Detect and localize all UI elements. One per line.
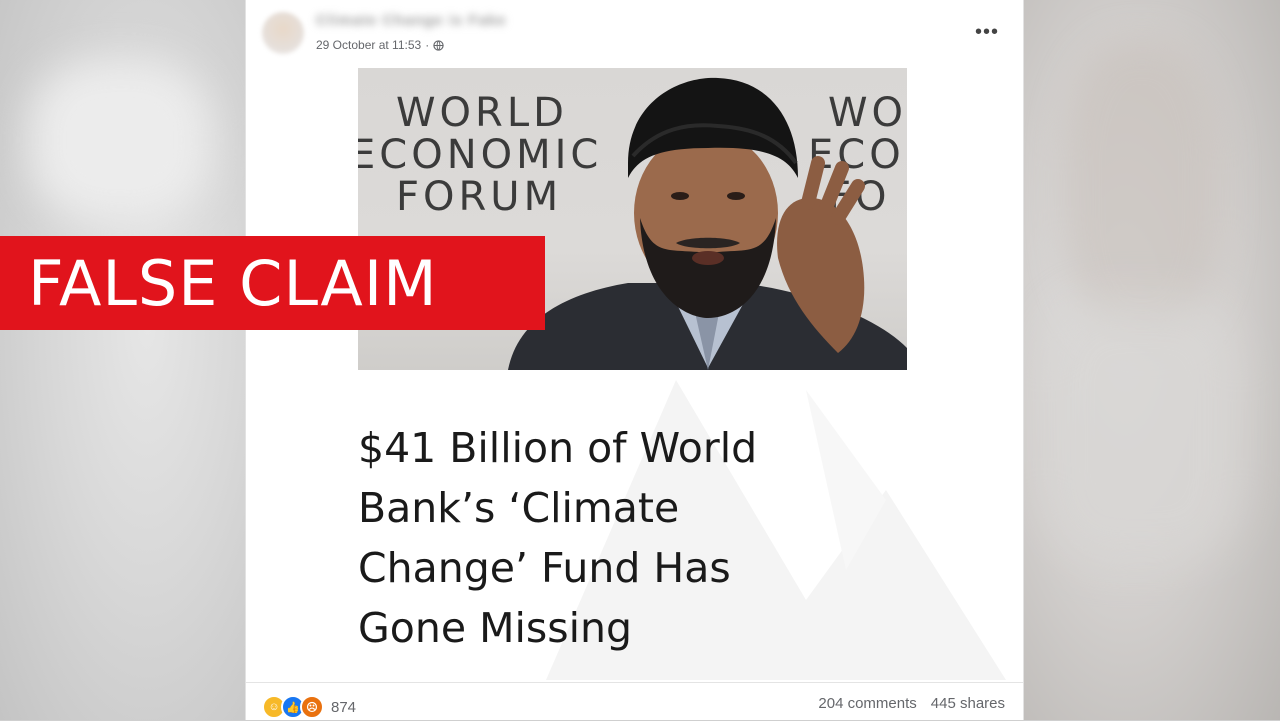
globe-icon <box>433 39 444 51</box>
headline-line-2: Bank’s ‘Climate <box>358 484 680 532</box>
post-footer: ☺ 👍 ☹ 874 204 comments 445 shares <box>246 682 1023 721</box>
false-claim-banner: FALSE CLAIM <box>0 236 545 330</box>
avatar[interactable] <box>262 12 304 54</box>
headline-line-1: $41 Billion of World <box>358 424 758 472</box>
author-name[interactable]: Climate Change is Fake <box>316 12 506 29</box>
angry-icon: ☹ <box>300 695 324 719</box>
comments-count[interactable]: 204 comments <box>818 695 916 712</box>
false-claim-label: FALSE CLAIM <box>28 246 438 320</box>
reactions-summary[interactable]: ☺ 👍 ☹ 874 <box>262 695 356 719</box>
reaction-count[interactable]: 874 <box>331 699 356 716</box>
post-meta: 29 October at 11:53 · <box>316 38 444 52</box>
engagement-counts: 204 comments 445 shares <box>818 695 1005 712</box>
background-right <box>1022 0 1280 720</box>
social-post: Climate Change is Fake 29 October at 11:… <box>245 0 1024 720</box>
timestamp[interactable]: 29 October at 11:53 <box>316 38 421 52</box>
headline-line-3: Change’ Fund Has <box>358 544 731 592</box>
headline-line-4: Gone Missing <box>358 604 632 652</box>
more-options-button[interactable]: ••• <box>969 18 1005 46</box>
separator: · <box>425 38 430 52</box>
shares-count[interactable]: 445 shares <box>931 695 1005 712</box>
post-header: Climate Change is Fake 29 October at 11:… <box>246 0 1023 64</box>
headline: $41 Billion of World Bank’s ‘Climate Cha… <box>358 418 828 658</box>
background-left <box>0 0 245 720</box>
